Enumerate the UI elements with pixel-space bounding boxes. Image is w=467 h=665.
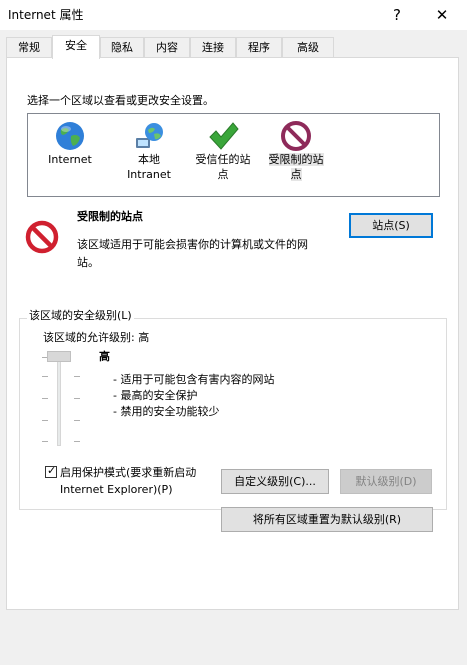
- slider-tick: [74, 376, 80, 377]
- tab-content[interactable]: 内容: [144, 37, 190, 58]
- zone-restricted-sites-label: 受限制的站 点: [268, 153, 324, 181]
- help-button[interactable]: ?: [385, 4, 409, 26]
- tab-advanced[interactable]: 高级: [282, 37, 334, 58]
- custom-level-button[interactable]: 自定义级别(C)...: [221, 469, 329, 494]
- allowed-level-text: 该区域的允许级别: 高: [43, 331, 150, 344]
- zone-trusted-sites[interactable]: 受信任的站 点: [188, 114, 258, 194]
- slider-tick: [42, 441, 48, 442]
- security-level-bullets: - 适用于可能包含有害内容的网站 - 最高的安全保护 - 禁用的安全功能较少: [113, 373, 275, 418]
- security-panel: 选择一个区域以查看或更改安全设置。 Internet 本地 Intranet 受…: [6, 57, 459, 610]
- selected-zone-description: 该区域适用于可能会损害你的计算机或文件的网 站。: [77, 238, 308, 269]
- trusted-check-icon: [209, 122, 239, 150]
- security-level-track: [57, 354, 61, 446]
- tab-security[interactable]: 安全: [52, 35, 100, 59]
- window-title: Internet 属性: [8, 8, 84, 22]
- intranet-icon: [136, 123, 163, 148]
- zone-internet[interactable]: Internet: [36, 114, 104, 194]
- security-level-group-title: 该区域的安全级别(L): [27, 307, 134, 323]
- zone-restricted-sites[interactable]: 受限制的站 点: [260, 114, 332, 194]
- selected-zone-title: 受限制的站点: [77, 210, 143, 223]
- slider-tick: [74, 398, 80, 399]
- default-level-button[interactable]: 默认级别(D): [340, 469, 432, 494]
- title-bar: Internet 属性 ? ✕: [0, 0, 467, 30]
- zone-trusted-sites-label: 受信任的站 点: [195, 153, 251, 181]
- dialog-footer: [0, 610, 467, 665]
- close-button[interactable]: ✕: [430, 4, 454, 26]
- slider-tick: [42, 420, 48, 421]
- slider-tick: [74, 441, 80, 442]
- tab-programs[interactable]: 程序: [236, 37, 282, 58]
- protected-mode-label: 启用保护模式(要求重新启动 Internet Explorer)(P): [60, 466, 197, 496]
- tab-general[interactable]: 常规: [6, 37, 52, 58]
- restricted-zone-icon: [25, 220, 59, 254]
- globe-icon: [56, 122, 84, 150]
- tab-privacy[interactable]: 隐私: [100, 37, 144, 58]
- slider-tick: [42, 376, 48, 377]
- restricted-icon: [281, 121, 311, 151]
- zone-internet-label: Internet: [48, 153, 92, 166]
- zone-instruction: 选择一个区域以查看或更改安全设置。: [27, 94, 214, 107]
- slider-tick: [74, 420, 80, 421]
- security-level-slider-thumb[interactable]: [47, 351, 71, 362]
- tab-connections[interactable]: 连接: [190, 37, 236, 58]
- sites-button[interactable]: 站点(S): [349, 213, 433, 238]
- zone-list: Internet 本地 Intranet 受信任的站 点 受限制的站 点: [27, 113, 440, 197]
- slider-tick: [42, 398, 48, 399]
- protected-mode-checkbox[interactable]: [45, 464, 57, 478]
- zone-local-intranet-label: 本地 Intranet: [127, 153, 171, 181]
- zone-local-intranet[interactable]: 本地 Intranet: [116, 114, 182, 194]
- security-level-name: 高: [99, 350, 110, 363]
- reset-all-zones-button[interactable]: 将所有区域重置为默认级别(R): [221, 507, 433, 532]
